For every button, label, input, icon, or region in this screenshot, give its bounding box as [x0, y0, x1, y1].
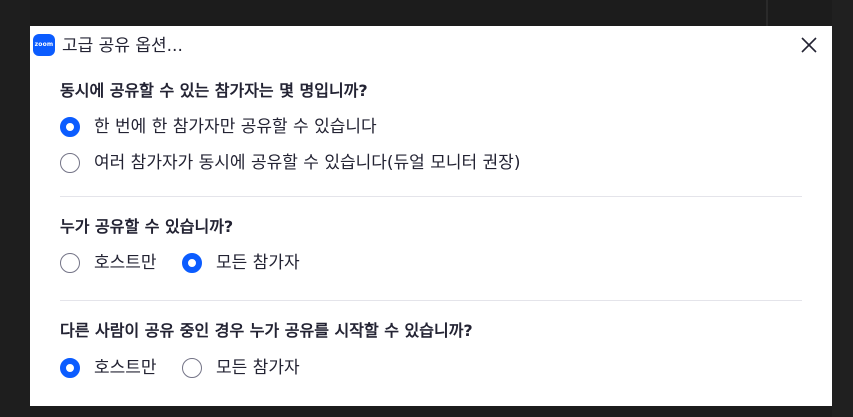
background-strip [832, 0, 853, 417]
radio-button[interactable] [182, 358, 202, 378]
close-icon [801, 37, 817, 53]
section-title-who-can-share: 누가 공유할 수 있습니까? [60, 217, 234, 236]
close-button[interactable] [798, 34, 820, 56]
background-divider [766, 0, 768, 26]
radio-option-label: 호스트만 [94, 253, 157, 273]
background-panel [0, 0, 30, 417]
zoom-logo-icon: zoom [33, 34, 55, 56]
section-title-who-can-start-sharing: 다른 사람이 공유 중인 경우 누가 공유를 시작할 수 있습니까? [60, 321, 473, 340]
section-divider [60, 300, 802, 301]
radio-button[interactable] [60, 117, 80, 137]
radio-option-label: 모든 참가자 [216, 358, 300, 378]
radio-button[interactable] [182, 253, 202, 273]
radio-option-label: 모든 참가자 [216, 253, 300, 273]
dialog-title: 고급 공유 옵션... [62, 36, 183, 56]
section-divider [60, 196, 802, 197]
advanced-sharing-dialog: zoom 고급 공유 옵션... 동시에 공유할 수 있는 참가자는 몇 명입니… [30, 26, 832, 406]
section-title-simultaneous-share: 동시에 공유할 수 있는 참가자는 몇 명입니까? [60, 81, 368, 100]
title-bar: zoom 고급 공유 옵션... [30, 26, 832, 64]
radio-button[interactable] [60, 153, 80, 173]
radio-option-label: 호스트만 [94, 358, 157, 378]
radio-button[interactable] [60, 253, 80, 273]
radio-option-label: 한 번에 한 참가자만 공유할 수 있습니다 [94, 117, 377, 137]
radio-button[interactable] [60, 358, 80, 378]
radio-option-label: 여러 참가자가 동시에 공유할 수 있습니다(듀얼 모니터 권장) [94, 153, 521, 173]
